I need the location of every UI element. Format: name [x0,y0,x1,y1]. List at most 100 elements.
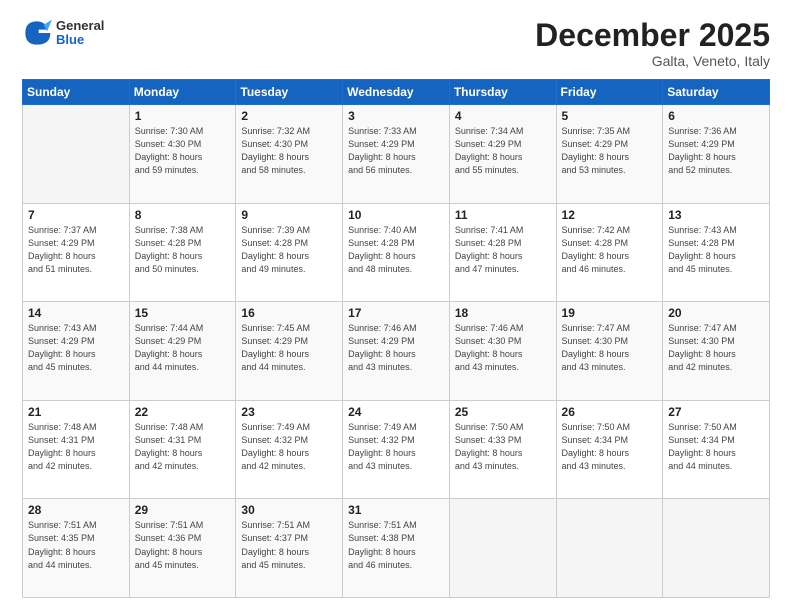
calendar-body: 1 Sunrise: 7:30 AMSunset: 4:30 PMDaylight… [23,105,770,598]
weekday-thursday: Thursday [449,80,556,105]
calendar-week-4: 28 Sunrise: 7:51 AMSunset: 4:35 PMDayligh… [23,499,770,598]
calendar-cell: 8 Sunrise: 7:38 AMSunset: 4:28 PMDaylight… [129,203,236,302]
logo-general: General [56,19,104,33]
day-info: Sunrise: 7:51 AMSunset: 4:37 PMDaylight:… [241,519,337,571]
day-number: 21 [28,405,124,419]
weekday-monday: Monday [129,80,236,105]
calendar-cell: 24 Sunrise: 7:49 AMSunset: 4:32 PMDayligh… [343,400,450,499]
logo: General Blue [22,18,104,48]
day-number: 24 [348,405,444,419]
calendar-cell: 19 Sunrise: 7:47 AMSunset: 4:30 PMDayligh… [556,302,663,401]
calendar-week-2: 14 Sunrise: 7:43 AMSunset: 4:29 PMDayligh… [23,302,770,401]
day-info: Sunrise: 7:41 AMSunset: 4:28 PMDaylight:… [455,224,551,276]
calendar-cell: 5Sunrise: 7:35 AMSunset: 4:29 PMDaylight… [556,105,663,204]
day-info: Sunrise: 7:46 AMSunset: 4:30 PMDaylight:… [455,322,551,374]
day-number: 28 [28,503,124,517]
calendar-cell: 30Sunrise: 7:51 AMSunset: 4:37 PMDayligh… [236,499,343,598]
day-number: 17 [348,306,444,320]
day-info: Sunrise: 7:42 AMSunset: 4:28 PMDaylight:… [562,224,658,276]
day-info: Sunrise: 7:50 AMSunset: 4:34 PMDaylight:… [562,421,658,473]
day-number: 31 [348,503,444,517]
day-info: Sunrise: 7:51 AMSunset: 4:35 PMDaylight:… [28,519,124,571]
day-number: 2 [241,109,337,123]
day-number: 14 [28,306,124,320]
day-info: Sunrise: 7:48 AMSunset: 4:31 PMDaylight:… [28,421,124,473]
day-info: Sunrise: 7:37 AMSunset: 4:29 PMDaylight:… [28,224,124,276]
calendar-cell: 6Sunrise: 7:36 AMSunset: 4:29 PMDaylight… [663,105,770,204]
day-info: Sunrise: 7:49 AMSunset: 4:32 PMDaylight:… [241,421,337,473]
calendar-week-0: 1 Sunrise: 7:30 AMSunset: 4:30 PMDaylight… [23,105,770,204]
day-info: Sunrise: 7:40 AMSunset: 4:28 PMDaylight:… [348,224,444,276]
day-info: Sunrise: 7:32 AMSunset: 4:30 PMDaylight:… [241,125,337,177]
day-info: Sunrise: 7:47 AMSunset: 4:30 PMDaylight:… [562,322,658,374]
day-number: 18 [455,306,551,320]
day-number: 7 [28,208,124,222]
day-info: Sunrise: 7:30 AMSunset: 4:30 PMDaylight:… [135,125,231,177]
weekday-wednesday: Wednesday [343,80,450,105]
weekday-header-row: SundayMondayTuesdayWednesdayThursdayFrid… [23,80,770,105]
calendar-cell: 29 Sunrise: 7:51 AMSunset: 4:36 PMDayligh… [129,499,236,598]
day-info: Sunrise: 7:34 AMSunset: 4:29 PMDaylight:… [455,125,551,177]
calendar-week-1: 7 Sunrise: 7:37 AMSunset: 4:29 PMDaylight… [23,203,770,302]
day-number: 5 [562,109,658,123]
day-number: 3 [348,109,444,123]
calendar-cell: 4 Sunrise: 7:34 AMSunset: 4:29 PMDaylight… [449,105,556,204]
day-number: 8 [135,208,231,222]
day-number: 26 [562,405,658,419]
weekday-friday: Friday [556,80,663,105]
calendar-cell: 21 Sunrise: 7:48 AMSunset: 4:31 PMDayligh… [23,400,130,499]
calendar-cell: 10 Sunrise: 7:40 AMSunset: 4:28 PMDayligh… [343,203,450,302]
calendar-cell: 20 Sunrise: 7:47 AMSunset: 4:30 PMDayligh… [663,302,770,401]
calendar-cell: 27 Sunrise: 7:50 AMSunset: 4:34 PMDayligh… [663,400,770,499]
calendar-header: SundayMondayTuesdayWednesdayThursdayFrid… [23,80,770,105]
calendar-cell: 31 Sunrise: 7:51 AMSunset: 4:38 PMDayligh… [343,499,450,598]
weekday-tuesday: Tuesday [236,80,343,105]
calendar-cell: 11 Sunrise: 7:41 AMSunset: 4:28 PMDayligh… [449,203,556,302]
day-number: 11 [455,208,551,222]
calendar-cell: 12 Sunrise: 7:42 AMSunset: 4:28 PMDayligh… [556,203,663,302]
day-info: Sunrise: 7:45 AMSunset: 4:29 PMDaylight:… [241,322,337,374]
day-number: 22 [135,405,231,419]
calendar-cell: 22 Sunrise: 7:48 AMSunset: 4:31 PMDayligh… [129,400,236,499]
day-info: Sunrise: 7:50 AMSunset: 4:34 PMDaylight:… [668,421,764,473]
day-number: 6 [668,109,764,123]
day-number: 12 [562,208,658,222]
day-number: 19 [562,306,658,320]
day-number: 27 [668,405,764,419]
logo-text: General Blue [56,19,104,48]
day-number: 15 [135,306,231,320]
day-info: Sunrise: 7:51 AMSunset: 4:38 PMDaylight:… [348,519,444,571]
day-info: Sunrise: 7:43 AMSunset: 4:29 PMDaylight:… [28,322,124,374]
calendar-cell: 23Sunrise: 7:49 AMSunset: 4:32 PMDayligh… [236,400,343,499]
day-info: Sunrise: 7:46 AMSunset: 4:29 PMDaylight:… [348,322,444,374]
calendar-cell: 15Sunrise: 7:44 AMSunset: 4:29 PMDayligh… [129,302,236,401]
day-number: 20 [668,306,764,320]
calendar-cell: 3 Sunrise: 7:33 AMSunset: 4:29 PMDaylight… [343,105,450,204]
weekday-sunday: Sunday [23,80,130,105]
day-info: Sunrise: 7:38 AMSunset: 4:28 PMDaylight:… [135,224,231,276]
day-number: 10 [348,208,444,222]
day-number: 25 [455,405,551,419]
day-info: Sunrise: 7:49 AMSunset: 4:32 PMDaylight:… [348,421,444,473]
calendar-cell [23,105,130,204]
day-info: Sunrise: 7:47 AMSunset: 4:30 PMDaylight:… [668,322,764,374]
weekday-saturday: Saturday [663,80,770,105]
calendar-cell: 18 Sunrise: 7:46 AMSunset: 4:30 PMDayligh… [449,302,556,401]
day-number: 16 [241,306,337,320]
day-info: Sunrise: 7:33 AMSunset: 4:29 PMDaylight:… [348,125,444,177]
calendar-cell: 9Sunrise: 7:39 AMSunset: 4:28 PMDaylight… [236,203,343,302]
calendar-week-3: 21 Sunrise: 7:48 AMSunset: 4:31 PMDayligh… [23,400,770,499]
day-info: Sunrise: 7:51 AMSunset: 4:36 PMDaylight:… [135,519,231,571]
calendar-cell: 13Sunrise: 7:43 AMSunset: 4:28 PMDayligh… [663,203,770,302]
day-number: 4 [455,109,551,123]
calendar-cell: 25Sunrise: 7:50 AMSunset: 4:33 PMDayligh… [449,400,556,499]
day-number: 1 [135,109,231,123]
day-info: Sunrise: 7:48 AMSunset: 4:31 PMDaylight:… [135,421,231,473]
month-title: December 2025 [535,18,770,53]
day-number: 29 [135,503,231,517]
day-number: 9 [241,208,337,222]
calendar-cell: 7 Sunrise: 7:37 AMSunset: 4:29 PMDaylight… [23,203,130,302]
location: Galta, Veneto, Italy [535,53,770,69]
day-number: 13 [668,208,764,222]
calendar-cell [556,499,663,598]
